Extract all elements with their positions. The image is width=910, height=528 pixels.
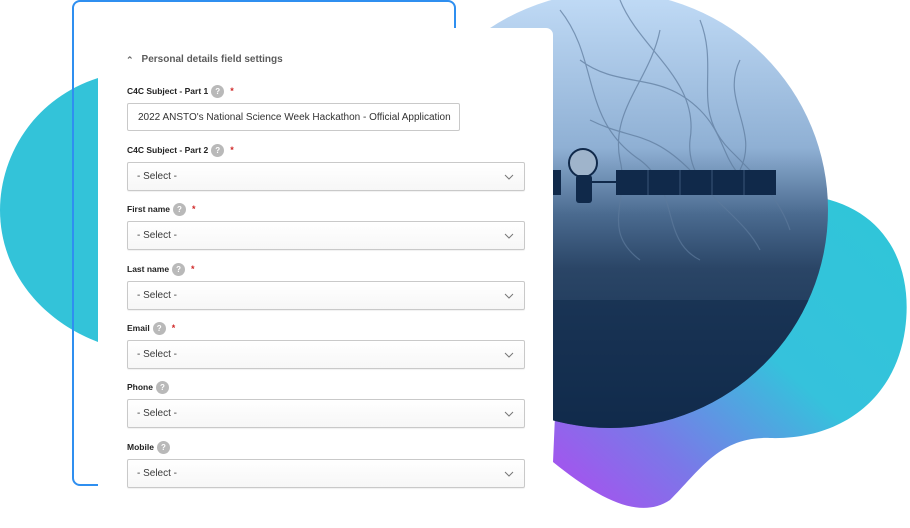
field-email: Email ? * - Select - bbox=[127, 321, 525, 369]
chevron-up-icon: ⌃ bbox=[126, 55, 134, 65]
field-last-name: Last name ? * - Select - bbox=[127, 262, 525, 310]
field-label: Mobile bbox=[127, 442, 154, 452]
help-icon[interactable]: ? bbox=[156, 440, 170, 454]
select-value: - Select - bbox=[137, 468, 178, 479]
field-label: Phone bbox=[127, 382, 153, 392]
required-marker: * bbox=[171, 323, 176, 333]
input-value: 2022 ANSTO's National Science Week Hacka… bbox=[138, 111, 451, 123]
field-label: C4C Subject - Part 1 bbox=[127, 86, 209, 96]
field-first-name: First name ? * - Select - bbox=[127, 202, 525, 250]
help-icon[interactable]: ? bbox=[173, 202, 186, 216]
section-toggle[interactable]: ⌃ Personal details field settings bbox=[126, 54, 283, 65]
field-label: Email bbox=[127, 323, 150, 333]
field-phone: Phone ? - Select - bbox=[127, 380, 525, 428]
first-name-select[interactable]: - Select - bbox=[127, 221, 525, 250]
c4c-subject-part-2-select[interactable]: - Select - bbox=[127, 162, 525, 191]
help-icon[interactable]: ? bbox=[155, 380, 169, 394]
chevron-down-icon bbox=[504, 411, 514, 417]
required-marker: * bbox=[230, 145, 234, 155]
settings-card: ⌃ Personal details field settings C4C Su… bbox=[98, 28, 553, 528]
select-value: - Select - bbox=[137, 349, 178, 360]
field-c4c-subject-part-2: C4C Subject - Part 2 ? * - Select - bbox=[127, 143, 525, 191]
select-value: - Select - bbox=[137, 171, 178, 182]
required-marker: * bbox=[192, 204, 196, 214]
help-icon[interactable]: ? bbox=[211, 84, 225, 98]
chevron-down-icon bbox=[504, 174, 514, 180]
phone-select[interactable]: - Select - bbox=[127, 399, 525, 428]
field-label: C4C Subject - Part 2 bbox=[127, 145, 209, 155]
email-select[interactable]: - Select - bbox=[127, 340, 525, 369]
field-label: First name bbox=[127, 204, 170, 214]
chevron-down-icon bbox=[504, 233, 514, 239]
select-value: - Select - bbox=[137, 230, 178, 241]
help-icon[interactable]: ? bbox=[211, 143, 225, 157]
section-title: Personal details field settings bbox=[141, 54, 283, 65]
field-mobile: Mobile ? - Select - bbox=[127, 440, 525, 488]
field-label: Last name bbox=[127, 264, 170, 274]
help-icon[interactable]: ? bbox=[172, 262, 186, 276]
chevron-down-icon bbox=[504, 352, 514, 358]
required-marker: * bbox=[230, 86, 234, 96]
mobile-select[interactable]: - Select - bbox=[127, 459, 525, 488]
c4c-subject-part-1-input[interactable]: 2022 ANSTO's National Science Week Hacka… bbox=[127, 103, 460, 131]
help-icon[interactable]: ? bbox=[152, 321, 166, 335]
chevron-down-icon bbox=[504, 293, 514, 299]
field-c4c-subject-part-1: C4C Subject - Part 1 ? * 2022 ANSTO's Na… bbox=[127, 84, 525, 131]
last-name-select[interactable]: - Select - bbox=[127, 281, 525, 310]
chevron-down-icon bbox=[504, 471, 514, 477]
select-value: - Select - bbox=[137, 408, 178, 419]
select-value: - Select - bbox=[137, 290, 178, 301]
required-marker: * bbox=[191, 264, 195, 274]
